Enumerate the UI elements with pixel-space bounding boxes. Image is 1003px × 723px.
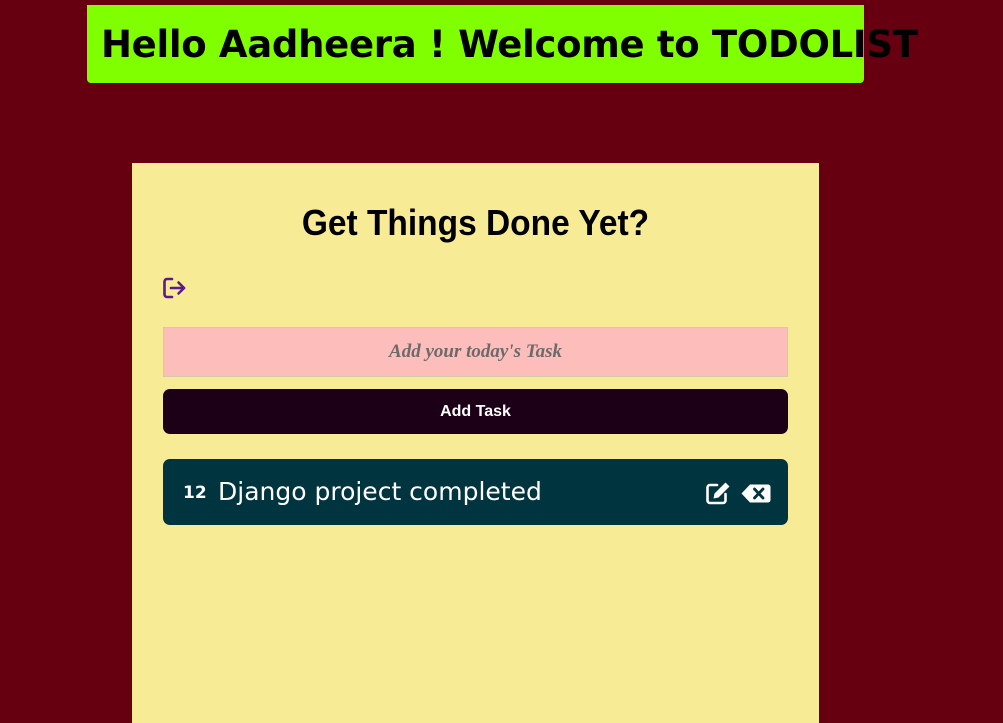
delete-task-button[interactable] [741, 484, 771, 503]
task-id: 12 [183, 483, 207, 503]
edit-icon [706, 482, 730, 505]
welcome-heading: Hello Aadheera ! Welcome to TODOLIST [101, 22, 918, 66]
welcome-banner: Hello Aadheera ! Welcome to TODOLIST [87, 5, 918, 83]
task-text: Django project completed [218, 477, 542, 506]
add-task-button[interactable]: Add Task [163, 389, 788, 434]
task-input[interactable] [163, 327, 788, 377]
edit-task-button[interactable] [705, 481, 731, 505]
card-title: Get Things Done Yet? [301, 202, 650, 243]
backspace-delete-icon [741, 484, 771, 503]
logout-button[interactable] [162, 276, 188, 300]
todo-card [132, 163, 819, 723]
task-list-item: 12 Django project completed [163, 459, 788, 525]
sign-out-icon [163, 277, 186, 299]
